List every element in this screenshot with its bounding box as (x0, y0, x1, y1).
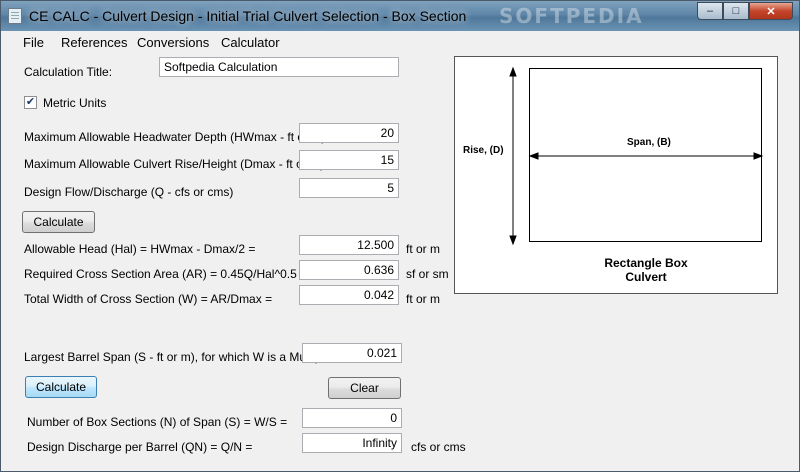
dmax-input[interactable]: 15 (299, 150, 399, 170)
calc-title-input[interactable]: Softpedia Calculation (159, 57, 399, 77)
discharge-output: Infinity (302, 433, 402, 453)
span-arrow-head-left (528, 152, 539, 160)
culvert-diagram: Rise, (D) Span, (B) Rectangle Box Culver… (454, 56, 778, 294)
ar-unit: sf or sm (406, 267, 449, 281)
discharge-unit: cfs or cms (411, 440, 466, 454)
minimize-icon: – (706, 5, 714, 17)
caption-line-2: Culvert (625, 270, 667, 284)
hal-unit: ft or m (406, 242, 441, 256)
check-icon: ✔ (25, 96, 36, 108)
calc-title-label: Calculation Title: (24, 65, 113, 79)
minimize-button[interactable]: – (697, 2, 723, 20)
rise-label: Rise, (D) (463, 145, 504, 156)
window-controls: – □ ✕ (697, 2, 793, 20)
width-label: Total Width of Cross Section (W) = AR/Dm… (24, 292, 273, 306)
title-bar[interactable]: CE CALC - Culvert Design - Initial Trial… (1, 1, 799, 31)
span-label-diagram: Span, (B) (627, 137, 671, 148)
app-icon (8, 8, 22, 24)
menu-file[interactable]: File (23, 35, 44, 50)
sections-output: 0 (302, 408, 402, 428)
menu-bar: File References Conversions Calculator (1, 31, 799, 53)
maximize-button[interactable]: □ (723, 2, 749, 20)
width-output: 0.042 (299, 285, 399, 305)
hal-label: Allowable Head (Hal) = HWmax - Dmax/2 = (24, 242, 256, 256)
span-label: Largest Barrel Span (S - ft or m), for w… (24, 350, 331, 364)
dmax-label: Maximum Allowable Culvert Rise/Height (D… (24, 157, 325, 171)
span-input[interactable]: 0.021 (302, 343, 402, 363)
menu-conversions[interactable]: Conversions (137, 35, 209, 50)
sections-label: Number of Box Sections (N) of Span (S) =… (27, 415, 288, 429)
rise-arrow-head-bottom (509, 235, 517, 246)
window-title: CE CALC - Culvert Design - Initial Trial… (29, 8, 467, 24)
ar-label: Required Cross Section Area (AR) = 0.45Q… (24, 267, 308, 281)
rise-arrow-head-top (509, 66, 517, 77)
caption-line-1: Rectangle Box (604, 256, 688, 270)
watermark: SOFTPEDIA (499, 4, 644, 28)
clear-button[interactable]: Clear (328, 377, 401, 399)
menu-calculator[interactable]: Calculator (221, 35, 280, 50)
ar-output: 0.636 (299, 260, 399, 280)
metric-units-checkbox[interactable]: ✔ (24, 96, 37, 109)
menu-references[interactable]: References (61, 35, 127, 50)
close-icon: ✕ (766, 5, 776, 18)
close-button[interactable]: ✕ (749, 2, 793, 20)
width-unit: ft or m (406, 292, 441, 306)
flow-label: Design Flow/Discharge (Q - cfs or cms) (24, 185, 234, 199)
discharge-label: Design Discharge per Barrel (QN) = Q/N = (27, 440, 253, 454)
hal-output: 12.500 (299, 235, 399, 255)
metric-units-label: Metric Units (43, 96, 107, 110)
calculate-sections-button[interactable]: Calculate (25, 376, 97, 398)
hwmax-input[interactable]: 20 (299, 123, 399, 143)
flow-input[interactable]: 5 (299, 178, 399, 198)
span-arrow-head-right (753, 152, 764, 160)
calculate-button[interactable]: Calculate (22, 211, 95, 233)
main-window: CE CALC - Culvert Design - Initial Trial… (0, 0, 800, 472)
diagram-caption: Rectangle Box Culvert (591, 256, 701, 284)
hwmax-label: Maximum Allowable Headwater Depth (HWmax… (24, 130, 326, 144)
maximize-icon: □ (732, 5, 740, 17)
